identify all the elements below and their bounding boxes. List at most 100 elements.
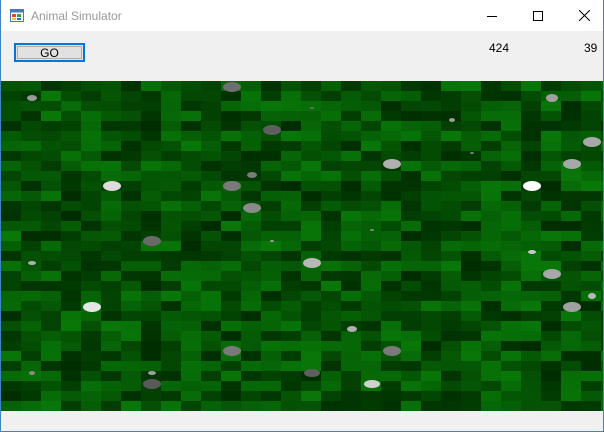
grass-tile — [221, 251, 241, 261]
grass-tile — [421, 181, 441, 191]
grass-tile — [61, 141, 81, 151]
grass-tile — [461, 171, 481, 181]
grass-tile — [81, 401, 101, 411]
grass-tile — [1, 241, 21, 251]
grass-tile — [281, 351, 301, 361]
grass-tile — [141, 301, 161, 311]
grass-tile — [601, 181, 603, 191]
grass-tile — [341, 161, 361, 171]
grass-tile — [61, 261, 81, 271]
grass-tile — [481, 301, 501, 311]
grass-tile — [201, 161, 221, 171]
maximize-button[interactable] — [515, 0, 561, 31]
grass-tile — [501, 281, 521, 291]
grass-tile — [341, 301, 361, 311]
grass-tile — [541, 151, 561, 161]
grass-tile — [381, 101, 401, 111]
grass-tile — [541, 311, 561, 321]
grass-tile — [181, 191, 201, 201]
grass-tile — [161, 111, 181, 121]
grass-tile — [401, 341, 421, 351]
grass-tile — [61, 321, 81, 331]
animal-blob — [223, 82, 241, 92]
grass-tile — [341, 381, 361, 391]
grass-tile — [1, 381, 21, 391]
grass-tile — [121, 381, 141, 391]
grass-tile — [61, 121, 81, 131]
grass-tile — [421, 301, 441, 311]
grass-tile — [341, 271, 361, 281]
grass-tile — [381, 81, 401, 91]
grass-tile — [261, 221, 281, 231]
animal-blob — [583, 137, 601, 147]
grass-tile — [201, 171, 221, 181]
grass-tile — [461, 281, 481, 291]
grass-tile — [41, 241, 61, 251]
grass-tile — [221, 121, 241, 131]
grass-tile — [541, 301, 561, 311]
grass-tile — [581, 381, 601, 391]
grass-tile — [461, 401, 481, 411]
grass-tile — [581, 101, 601, 111]
grass-tile — [201, 241, 221, 251]
grass-tile — [481, 261, 501, 271]
grass-tile — [561, 221, 581, 231]
grass-tile — [421, 341, 441, 351]
grass-tile — [281, 341, 301, 351]
close-icon — [578, 10, 590, 21]
grass-tile — [241, 351, 261, 361]
grass-tile — [301, 321, 321, 331]
grass-tile — [401, 151, 421, 161]
animal-blob — [270, 240, 274, 242]
grass-tile — [1, 331, 21, 341]
grass-tile — [481, 281, 501, 291]
grass-tile — [521, 121, 541, 131]
grass-tile — [601, 271, 603, 281]
grass-tile — [361, 211, 381, 221]
close-button[interactable] — [561, 0, 604, 31]
grass-tile — [41, 331, 61, 341]
grass-tile — [241, 311, 261, 321]
minimize-button[interactable] — [469, 0, 515, 31]
grass-tile — [601, 371, 603, 381]
grass-tile — [481, 381, 501, 391]
grass-tile — [241, 161, 261, 171]
grass-tile — [181, 301, 201, 311]
animal-blob — [310, 107, 314, 109]
grass-tile — [121, 201, 141, 211]
grass-tile — [261, 211, 281, 221]
grass-tile — [401, 331, 421, 341]
grass-tile — [21, 391, 41, 401]
grass-tile — [541, 381, 561, 391]
grass-tile — [41, 401, 61, 411]
grass-tile — [341, 101, 361, 111]
grass-tile — [361, 321, 381, 331]
grass-tile — [281, 181, 301, 191]
grass-tile — [1, 231, 21, 241]
grass-tile — [261, 181, 281, 191]
grass-tile — [301, 211, 321, 221]
grass-tile — [441, 91, 461, 101]
grass-tile — [481, 141, 501, 151]
grass-tile — [261, 231, 281, 241]
grass-tile — [81, 151, 101, 161]
grass-tile — [181, 101, 201, 111]
grass-tile — [181, 281, 201, 291]
go-button[interactable]: GO — [14, 43, 85, 62]
grass-tile — [181, 91, 201, 101]
title-bar[interactable]: Animal Simulator — [1, 0, 603, 31]
grass-tile — [281, 281, 301, 291]
grass-tile — [561, 321, 581, 331]
grass-tile — [161, 121, 181, 131]
grass-tile — [401, 291, 421, 301]
grass-tile — [81, 391, 101, 401]
grass-tile — [461, 381, 481, 391]
grass-tile — [181, 271, 201, 281]
grass-tile — [521, 381, 541, 391]
grass-tile — [141, 401, 161, 411]
grass-tile — [501, 231, 521, 241]
simulation-field[interactable] — [1, 81, 603, 411]
grass-tile — [41, 291, 61, 301]
grass-tile — [321, 101, 341, 111]
grass-tile — [1, 261, 21, 271]
